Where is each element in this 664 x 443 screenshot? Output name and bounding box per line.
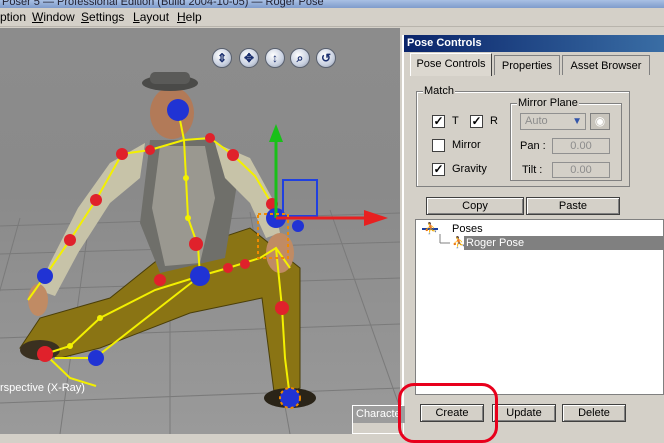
scene-render[interactable]: [0, 28, 400, 434]
tilt-field[interactable]: 0.00: [552, 162, 610, 178]
gravity-label: Gravity: [452, 163, 487, 175]
match-t-label: T: [452, 115, 459, 127]
menu-settings[interactable]: Settings: [81, 10, 124, 24]
mirror-plane-select[interactable]: Auto ▼: [520, 113, 586, 130]
character-panel: Characte: [352, 405, 405, 434]
highlight-annotation: [398, 383, 498, 443]
orbit-icon[interactable]: ↺: [316, 48, 336, 68]
eye-icon[interactable]: ◉: [590, 113, 610, 130]
pan-icon[interactable]: ✥: [239, 48, 259, 68]
tilt-label: Tilt :: [522, 164, 543, 176]
move-camera-icon[interactable]: ⇕: [212, 48, 232, 68]
app-title-bar: Poser 5 — Professional Edition (Build 20…: [0, 0, 664, 8]
match-t-checkbox[interactable]: ✓: [432, 115, 445, 128]
zoom-icon[interactable]: ⌕: [290, 48, 310, 68]
camera-view-label: rspective (X-Ray): [0, 382, 85, 394]
menu-window[interactable]: Window: [32, 10, 75, 24]
figure-icon: ⛹: [424, 223, 438, 235]
mirror-label: Mirror: [452, 139, 481, 151]
menu-layout[interactable]: Layout: [133, 10, 169, 24]
update-button[interactable]: Update: [492, 404, 556, 422]
app-title: Poser 5 — Professional Edition (Build 20…: [2, 0, 324, 8]
mirror-plane-label: Mirror Plane: [517, 97, 579, 109]
copy-button[interactable]: Copy: [426, 197, 524, 215]
match-r-label: R: [490, 115, 498, 127]
match-r-checkbox[interactable]: ✓: [470, 115, 483, 128]
mirror-checkbox[interactable]: [432, 139, 445, 152]
tab-pose-controls[interactable]: Pose Controls: [410, 53, 492, 76]
panel-title[interactable]: Pose Controls: [404, 35, 664, 52]
pose-tree[interactable]: ⛹ Poses ⛹ Roger Pose: [415, 219, 664, 395]
chevron-down-icon: ▼: [572, 116, 582, 127]
dolly-icon[interactable]: ↕: [265, 48, 285, 68]
paste-button[interactable]: Paste: [526, 197, 620, 215]
tab-asset-browser[interactable]: Asset Browser: [562, 55, 650, 75]
document-viewport[interactable]: ⇕ ✥ ↕ ⌕ ↺ rspective (X-Ray): [0, 28, 400, 434]
menu-help[interactable]: Help: [177, 10, 202, 24]
delete-button[interactable]: Delete: [562, 404, 626, 422]
tree-root-poses[interactable]: Poses: [452, 222, 483, 236]
pan-field[interactable]: 0.00: [552, 138, 610, 154]
match-label: Match: [423, 85, 455, 97]
menu-option[interactable]: ption: [0, 10, 26, 24]
tree-item-roger-pose[interactable]: Roger Pose: [464, 236, 664, 250]
tab-properties[interactable]: Properties: [494, 55, 560, 75]
gravity-checkbox[interactable]: ✓: [432, 163, 445, 176]
menu-bar: ption Window Settings Layout Help: [0, 8, 664, 27]
pan-label: Pan :: [520, 140, 546, 152]
